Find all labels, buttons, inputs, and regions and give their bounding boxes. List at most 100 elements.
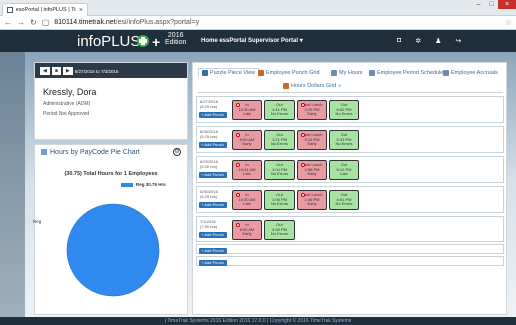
- punch-piece[interactable]: In 10:41 AM Late: [232, 160, 262, 180]
- punch-piece[interactable]: Out 1:06 PM No Errors: [264, 190, 295, 210]
- punch-piece[interactable]: In 10:30 AM Late: [232, 190, 262, 210]
- camera-icon[interactable]: ◘: [397, 37, 401, 45]
- next-button[interactable]: ▶: [62, 67, 73, 75]
- punch-piece[interactable]: Out 4:51 PM No Errors: [329, 190, 359, 210]
- pie-chart: [66, 203, 160, 297]
- punch-status: No Errors: [335, 111, 353, 117]
- maximize-icon[interactable]: □: [485, 0, 498, 9]
- punch-piece[interactable]: In 8:00 AM Early: [232, 130, 262, 150]
- browser-tab-title: esoPortal | infoPLUS | Tim: [15, 7, 76, 13]
- punch-piece[interactable]: Out 6:52 PM No Errors: [329, 100, 359, 120]
- tab-label: Employee Punch Grid: [266, 70, 320, 76]
- day-hours: (7.50 hrs): [200, 224, 218, 229]
- clock-icon: [236, 103, 240, 107]
- punch-piece[interactable]: Back Lunch 3:16 PM Early: [297, 130, 327, 150]
- puzzle-icon: [202, 70, 208, 76]
- day-date: 6/30/2016 (5.25 hrs): [200, 189, 218, 199]
- browser-tab-strip: esoPortal | infoPLUS | Tim × – □ ×: [0, 0, 516, 16]
- punch-status: Late: [243, 171, 251, 177]
- punch-piece[interactable]: Back Lunch 3:25 PM Early: [297, 100, 327, 120]
- first-button[interactable]: ◀: [40, 67, 50, 75]
- punch-piece[interactable]: In 8:00 AM Early: [232, 220, 262, 240]
- add-punch-button[interactable]: + Add Punch: [199, 142, 227, 148]
- add-punch-button[interactable]: + Add Punch: [199, 248, 227, 254]
- tab-label: Puzzle Piece View: [210, 70, 256, 76]
- user-icon[interactable]: ♟: [435, 37, 441, 45]
- tab-employee-punch-grid[interactable]: Employee Punch Grid: [258, 70, 320, 76]
- approval-status: Period Not Approved: [43, 111, 90, 117]
- add-punch-button[interactable]: + Add Punch: [199, 172, 227, 178]
- tab-puzzle-piece-view[interactable]: Puzzle Piece View: [198, 68, 260, 78]
- tab-label: Hours Dollars Grid: [291, 83, 337, 89]
- tab-label: My Hours: [339, 70, 363, 76]
- tab-employee-accruals[interactable]: Employee Accruals: [443, 70, 498, 76]
- punch-status: Early: [307, 171, 317, 177]
- day-hours: (5.25 hrs): [200, 104, 218, 109]
- punch-status: No Errors: [335, 201, 353, 207]
- app-brand[interactable]: infoPLUS: [77, 33, 140, 50]
- window-close-icon[interactable]: ×: [498, 0, 516, 9]
- day-hours: (5.25 hrs): [200, 194, 218, 199]
- punch-status: Early: [307, 141, 317, 147]
- page-info-icon[interactable]: ▢: [42, 18, 50, 27]
- clock-icon: [301, 193, 305, 197]
- punch-piece[interactable]: Back Lunch 1:46 PM Early: [297, 190, 327, 210]
- main-menu[interactable]: Home essPortal Supervisor Portal ▾: [201, 37, 303, 44]
- day-date: 7/1/2016 (7.50 hrs): [200, 219, 217, 229]
- tab-my-hours[interactable]: My Hours: [331, 70, 363, 76]
- collapse-icon[interactable]: ⊖: [173, 148, 181, 156]
- browser-tab[interactable]: esoPortal | infoPLUS | Tim ×: [2, 3, 88, 16]
- bookmark-star-icon[interactable]: ☆: [505, 18, 512, 27]
- day-row: 7/3/2016+ Add Punch: [196, 256, 504, 266]
- stop-button[interactable]: ■: [51, 67, 61, 75]
- pie-slice-reg[interactable]: [66, 203, 160, 297]
- add-punch-button[interactable]: + Add Punch: [199, 260, 227, 266]
- punch-piece[interactable]: Out 5:33 PM No Errors: [329, 130, 359, 150]
- punch-status: No Errors: [270, 171, 289, 177]
- day-row: 7/1/2016 (7.50 hrs) + Add Punch In 8:00 AM Ea…: [196, 216, 504, 242]
- punch-status: No Errors: [270, 141, 289, 147]
- punch-piece[interactable]: Out 3:30 PM No Errors: [264, 220, 295, 240]
- clock-icon: [301, 163, 305, 167]
- chart-icon: [41, 149, 47, 156]
- punch-piece[interactable]: Out 1:04 PM No Errors: [264, 160, 295, 180]
- reload-icon[interactable]: ↻: [30, 18, 37, 27]
- pie-slices: [66, 203, 160, 297]
- edition-year: 2016: [167, 32, 184, 39]
- url-field[interactable]: 810114.timetrak.net/esi/infoPlus.aspx?po…: [54, 19, 199, 26]
- punch-piece[interactable]: Out 1:21 PM No Errors: [264, 130, 295, 150]
- day-date: 6/28/2016 (5.25 hrs): [200, 129, 218, 139]
- punch-piece[interactable]: In 10:30 AM Late: [232, 100, 262, 120]
- back-icon[interactable]: ←: [4, 18, 12, 27]
- close-icon[interactable]: ×: [79, 7, 83, 14]
- pie-chart-card: Hours by PayCode Pie Chart ⊖ (30.75) Tot…: [33, 144, 188, 315]
- tab-hours-dollars-grid[interactable]: Hours Dollars Grid: [283, 83, 336, 89]
- footer: | TimeTrak Systems 2016 Edition 2016.17.…: [0, 317, 516, 325]
- tab-employee-period-schedule[interactable]: Employee Period Schedule: [369, 70, 443, 76]
- punch-status: Early: [307, 201, 317, 207]
- day-date: 6/29/2016 (5.00 hrs): [200, 159, 218, 169]
- gear-icon[interactable]: ✲: [415, 37, 421, 45]
- url-path: /esi/infoPlus.aspx?portal=y: [115, 19, 200, 26]
- brand-plus: +: [152, 34, 161, 50]
- add-punch-button[interactable]: + Add Punch: [199, 232, 227, 238]
- tab-label: Employee Period Schedule: [377, 70, 444, 76]
- punch-status: Late: [340, 171, 348, 177]
- punch-status: Early: [242, 141, 252, 147]
- punch-piece[interactable]: Out 1:41 PM No Errors: [264, 100, 295, 120]
- day-row: 6/29/2016 (5.00 hrs) + Add Punch In 10:41 AM…: [196, 156, 504, 183]
- forward-icon[interactable]: →: [17, 18, 25, 27]
- view-tabs: Puzzle Piece View Employee Punch Grid My…: [198, 68, 503, 92]
- add-punch-button[interactable]: + Add Punch: [199, 112, 227, 118]
- punch-piece[interactable]: Out 6:12 PM Late: [329, 160, 359, 180]
- day-row: 6/27/2016 (5.25 hrs) + Add Punch In 10:30 AM…: [196, 96, 504, 123]
- minimize-icon[interactable]: –: [472, 0, 485, 9]
- tab-more[interactable]: »: [338, 83, 341, 89]
- punch-piece[interactable]: Back Lunch 2:56 PM Early: [297, 160, 327, 180]
- punch-status: No Errors: [270, 231, 289, 237]
- pie-chart-title-text: Hours by PayCode Pie Chart: [50, 149, 140, 156]
- pie-chart-title: Hours by PayCode Pie Chart: [41, 149, 140, 156]
- logout-icon[interactable]: ↪: [455, 37, 461, 45]
- slice-label: Reg: [33, 219, 42, 224]
- add-punch-button[interactable]: + Add Punch: [199, 202, 227, 208]
